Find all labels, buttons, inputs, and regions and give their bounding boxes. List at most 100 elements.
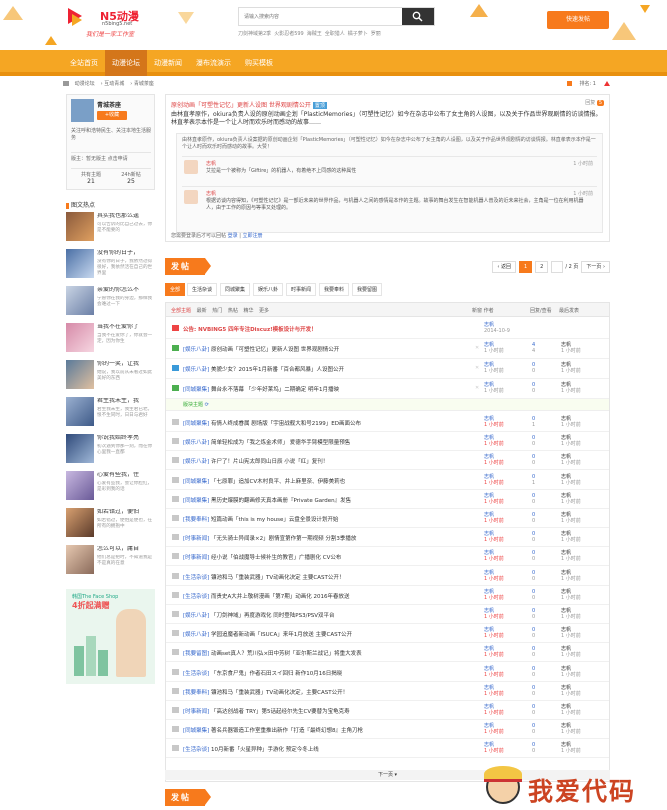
filter-all[interactable]: 全部主题 bbox=[171, 308, 191, 314]
thread-category[interactable]: [娱乐八卦] bbox=[183, 367, 209, 373]
new-post-button[interactable]: 发帖 bbox=[165, 258, 211, 275]
tab-all[interactable]: 全部 bbox=[165, 283, 186, 296]
tab-category[interactable]: 我要奉料 bbox=[319, 283, 350, 296]
side-item[interactable]: 你说我始终孝亮 初次遇到你那一刻，而在你心里我一直都 bbox=[66, 434, 155, 465]
breadcrumb-item[interactable]: 青城茶座 bbox=[134, 81, 154, 87]
next-page-button[interactable]: 下一页 › bbox=[581, 261, 610, 273]
search-button[interactable] bbox=[402, 8, 434, 25]
thread-title[interactable]: [同城聚集] 黑历史爆膜的翻画修天真本画册『Private Garden』发售 bbox=[183, 496, 453, 504]
close-icon[interactable]: ✕ bbox=[475, 365, 479, 371]
thread-title[interactable]: [我要留图] 动画set真人？荒川弘×田中芳树「亚尔斯兰战记」将重大发表 bbox=[183, 649, 453, 657]
home-icon[interactable] bbox=[63, 81, 69, 86]
close-icon[interactable]: ✕ bbox=[475, 345, 479, 351]
thread-title[interactable]: [生活杂谈] 镰池和马「重装武器」TV动画化决定 主要CAST公开！ bbox=[183, 573, 453, 581]
tab-category[interactable]: 生活杂谈 bbox=[187, 283, 218, 296]
new-post-button[interactable]: 发帖 bbox=[165, 789, 211, 806]
thread-category[interactable]: [时事新闻] bbox=[183, 555, 209, 561]
forum-moderator[interactable]: 版主：暂无版主 点击申请 bbox=[71, 152, 151, 162]
thread-title[interactable]: 公告: NVBING5 四年专注Discuz!模板设计与开发！ bbox=[183, 325, 453, 333]
table-row[interactable]: [娱乐八卦] 美貌少女？2015年1月新番「百合都风暴」人设图公开 ✕ 志帆 1 小时… bbox=[166, 359, 609, 379]
more-dropdown[interactable]: 更多 bbox=[259, 308, 269, 314]
table-row[interactable]: [娱乐八卦] 学园追魔者新动画「ISUCA」来年1月放送 主要CAST公开 志帆 1… bbox=[166, 624, 609, 644]
thread-category[interactable]: [生活杂谈] bbox=[183, 747, 209, 753]
table-row[interactable]: [娱乐八卦] 「刀剑神域」再度游戏化 同时登陆PS3/PSV双平台 志帆 1 小时前… bbox=[166, 605, 609, 624]
tab-category[interactable]: 同城聚集 bbox=[220, 283, 251, 296]
thread-category[interactable]: [同城聚集] bbox=[183, 421, 209, 427]
page-jump-input[interactable] bbox=[551, 261, 564, 273]
thread-category[interactable]: [生活杂谈] bbox=[183, 575, 209, 581]
thread-category[interactable]: [同城聚集] bbox=[183, 479, 209, 485]
breadcrumb-item[interactable]: 互动青城 bbox=[104, 81, 124, 87]
table-row[interactable]: 公告: NVBING5 四年专注Discuz!模板设计与开发！ 志帆 2014-10… bbox=[166, 319, 609, 339]
nav-item-home[interactable]: 全站首页 bbox=[63, 50, 105, 76]
tab-category[interactable]: 我要留图 bbox=[352, 283, 383, 296]
thread-title[interactable]: [时事新闻] 「无头骑士异闻录×2」剧情宣第作第一期视频 分割3季播放 bbox=[183, 534, 453, 542]
table-row[interactable]: [生活杂谈] 「东京食尸鬼」作者石田スイ回归 新作10月16日揭晓 志帆 1 小时前… bbox=[166, 663, 609, 682]
tab-category[interactable]: 时事新闻 bbox=[286, 283, 317, 296]
table-row[interactable]: [时事新闻] 「无头骑士异闻录×2」剧情宣第作第一期视频 分割3季播放 志帆 1 小… bbox=[166, 528, 609, 548]
sort-hot[interactable]: 热门 bbox=[212, 308, 222, 314]
thread-title[interactable]: [生活杂谈] 10月新番「火星异种」手游化 预定今冬上线 bbox=[183, 745, 453, 753]
thread-title[interactable]: [娱乐八卦] 学园追魔者新动画「ISUCA」来年1月放送 主要CAST公开 bbox=[183, 630, 453, 638]
thread-category[interactable]: [时事新闻] bbox=[183, 536, 209, 542]
sidebar-ad-banner[interactable]: 韩国The Face Shop 4折起满赠 bbox=[66, 589, 155, 684]
thread-category[interactable]: [生活杂谈] bbox=[183, 594, 209, 600]
table-row[interactable]: [同城聚集] 著名兵器锻造工作室重推出新作「打造『最终幻想8』主角刀枪 志帆 1 小… bbox=[166, 720, 609, 740]
breadcrumb-item[interactable]: 动漫论坛 bbox=[75, 81, 95, 87]
thread-category[interactable]: [时事新闻] bbox=[183, 709, 209, 715]
hot-word[interactable]: 刀剑神域第2季 bbox=[238, 31, 271, 37]
table-row[interactable]: [生活杂谈] 而贵史A大井上敬树漫画「第7期」动画化 2016年春放送 志帆 1 小… bbox=[166, 586, 609, 605]
thread-title[interactable]: [同城聚集] 著名兵器锻造工作室重推出新作「打造『最终幻想8』主角刀枪 bbox=[183, 726, 453, 734]
thread-title[interactable]: [娱乐八卦] 许尸了！片山宪太郎同山日辰 小说「红」复刊！ bbox=[183, 457, 453, 465]
side-item[interactable]: 没有你的日子， 没有你的日子，我依然过得很好，我依然活在自己的世界里 bbox=[66, 249, 155, 280]
featured-title[interactable]: 原创动画「可塑性记忆」更新人设图 世界观剧情公开 置顶 bbox=[171, 100, 327, 109]
thread-category[interactable]: [我要奉料] bbox=[183, 690, 209, 696]
thread-category[interactable]: [生活杂谈] bbox=[183, 671, 209, 677]
thread-category[interactable]: [同城聚集] bbox=[183, 728, 209, 734]
sort-latest[interactable]: 最新 bbox=[197, 308, 207, 314]
page-number[interactable]: 2 bbox=[535, 261, 549, 273]
side-item[interactable]: 怎么可以，庸自 他们总是把时，不知道我是不是真的在意 bbox=[66, 545, 155, 576]
nav-item-news[interactable]: 动漫新闻 bbox=[147, 50, 189, 76]
side-item[interactable]: 亲爱的你怎么不 宁愿你在我的身边，那样我会难过一下 bbox=[66, 286, 155, 317]
new-window-toggle[interactable]: 新窗 bbox=[472, 308, 482, 314]
nav-item-forum[interactable]: 动漫论坛 bbox=[105, 50, 147, 76]
table-row[interactable]: [我要奉料] 镰池和马「重装武器」TV动画化决定，主要CAST公开！ 志帆 1 小时… bbox=[166, 682, 609, 701]
site-logo[interactable]: N5动漫 n5bing5.net 我们是一家工作室 bbox=[68, 6, 148, 42]
thread-title[interactable]: [娱乐八卦] 简单轻松成为「我之炼金术师」 爱德华手臂模型限量预售 bbox=[183, 438, 453, 446]
close-icon[interactable]: ✕ bbox=[475, 385, 479, 391]
table-row[interactable]: [生活杂谈] 10月新番「火星异种」手游化 预定今冬上线 志帆 1 小时前 0 0 志帆 1… bbox=[166, 739, 609, 759]
hot-word[interactable]: 罗丽 bbox=[371, 31, 381, 37]
login-link[interactable]: 登录 bbox=[228, 233, 238, 239]
table-row[interactable]: [娱乐八卦] 原创动画「可塑性记忆」更新人设图 世界观剧情公开 ✕ 志帆 1 小时前 4… bbox=[166, 339, 609, 359]
thread-category[interactable]: [娱乐八卦] bbox=[183, 613, 209, 619]
thread-category[interactable]: [我要奉料] bbox=[183, 517, 209, 523]
table-row[interactable]: [同城聚集] 舞台永不落幕 「少年好莱坞」二期确定 明年1月播映 ✕ 志帆 1 小时前… bbox=[166, 379, 609, 399]
rss-icon[interactable] bbox=[566, 81, 572, 86]
thread-category[interactable]: [娱乐八卦] bbox=[183, 347, 209, 353]
hot-word[interactable]: 橘子萝卜 bbox=[348, 31, 368, 37]
thread-category[interactable]: [娱乐八卦] bbox=[183, 632, 209, 638]
thread-title[interactable]: [生活杂谈] 而贵史A大井上敬树漫画「第7期」动画化 2016年春放送 bbox=[183, 592, 453, 600]
thread-title[interactable]: [娱乐八卦] 「刀剑神域」再度游戏化 同时登陆PS3/PSV双平台 bbox=[183, 611, 453, 619]
thread-category[interactable]: [同城聚集] bbox=[183, 498, 209, 504]
table-row[interactable]: [时事新闻] 「高达创战者 TRY」第5话起经尔先生CV要替为宝龟克寿 志帆 1 小… bbox=[166, 701, 609, 720]
table-row[interactable]: [同城聚集] 有情人终成眷属 剧场版「宇宙战舰大和号2199」ED画面公布 志帆 1… bbox=[166, 413, 609, 432]
filter-digest[interactable]: 精华 bbox=[243, 308, 253, 314]
thread-title[interactable]: [时事新闻] 「高达创战者 TRY」第5话起经尔先生CV要替为宝龟克寿 bbox=[183, 707, 453, 715]
nav-item-buy[interactable]: 购买模板 bbox=[238, 50, 280, 76]
thread-title[interactable]: [生活杂谈] 「东京食尸鬼」作者石田スイ回归 新作10月16日揭晓 bbox=[183, 669, 453, 677]
table-row[interactable]: [同城聚集] 「七原罪」追加CV木村良平、井上麻里奈、伊藤美莉也 志帆 1 小时前 0… bbox=[166, 471, 609, 490]
thread-title[interactable]: [我要奉料] 短篇动画「this is my house」云盘全景设计划开始 bbox=[183, 515, 453, 523]
thread-category[interactable]: [我要留图] bbox=[183, 651, 209, 657]
table-row[interactable]: [同城聚集] 黑历史爆膜的翻画修天真本画册『Private Garden』发售志… bbox=[166, 490, 609, 509]
thread-title[interactable]: [时事新闻] 经小说「伯战魔导士候补生的教官」广播剧化 CV公布 bbox=[183, 553, 453, 561]
hot-word[interactable]: 全职猎人 bbox=[325, 31, 345, 37]
table-row[interactable]: [我要奉料] 短篇动画「this is my house」云盘全景设计划开始 志帆… bbox=[166, 509, 609, 528]
thread-category[interactable]: [娱乐八卦] bbox=[183, 440, 209, 446]
thread-title[interactable]: [同城聚集] 舞台永不落幕 「少年好莱坞」二期确定 明年1月播映 bbox=[183, 385, 453, 393]
hot-word[interactable]: 海贼王 bbox=[307, 31, 322, 37]
comment-author[interactable]: 志帆 bbox=[206, 160, 216, 167]
page-number[interactable]: 1 bbox=[518, 261, 533, 273]
tab-category[interactable]: 娱乐八卦 bbox=[253, 283, 284, 296]
